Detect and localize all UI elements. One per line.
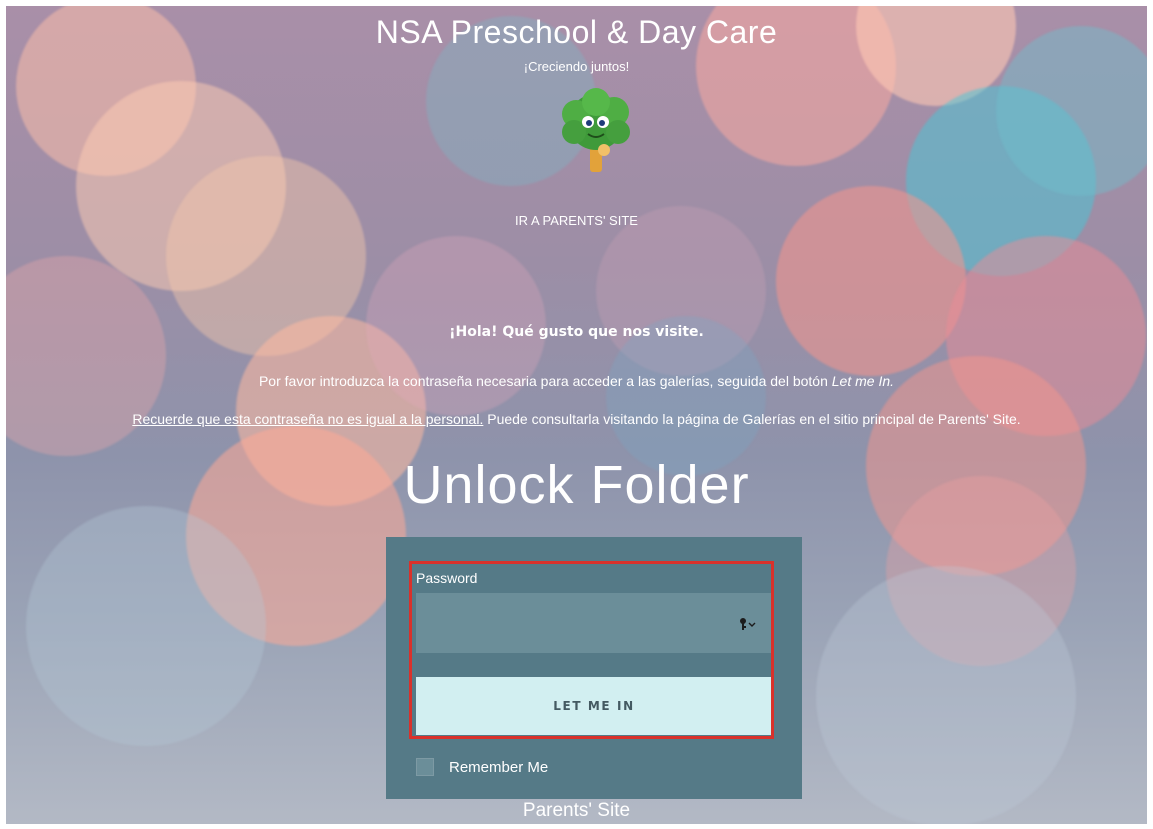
site-title: NSA Preschool & Day Care	[375, 14, 778, 50]
remember-me-label[interactable]: Remember Me	[449, 759, 548, 776]
tree-mascot-logo	[562, 88, 630, 172]
password-note: Recuerde que esta contraseña no es igual…	[6, 411, 1147, 427]
greeting-text: ¡Hola! Qué gusto que nos visite.	[449, 324, 704, 340]
password-note-rest: Puede consultarla visitando la página de…	[483, 411, 1021, 427]
remember-me-checkbox[interactable]	[416, 758, 434, 776]
unlock-folder-title: Unlock Folder	[403, 455, 750, 515]
parents-site-link[interactable]: IR A PARENTS' SITE	[6, 213, 1147, 228]
password-note-underlined: Recuerde que esta contraseña no es igual…	[132, 411, 484, 427]
login-panel: Password LET ME IN Remember Me	[386, 537, 802, 799]
site-tagline: ¡Creciendo juntos!	[523, 59, 630, 74]
instruction-button-name: Let me In.	[831, 373, 895, 389]
highlight-box	[409, 561, 774, 739]
page-background: NSA Preschool & Day Care ¡Creciendo junt…	[6, 6, 1147, 824]
footer-parents-site-link[interactable]: Parents' Site	[6, 800, 1147, 822]
instruction-main: Por favor introduzca la contraseña neces…	[258, 373, 832, 389]
instruction-text: Por favor introduzca la contraseña neces…	[6, 373, 1147, 389]
